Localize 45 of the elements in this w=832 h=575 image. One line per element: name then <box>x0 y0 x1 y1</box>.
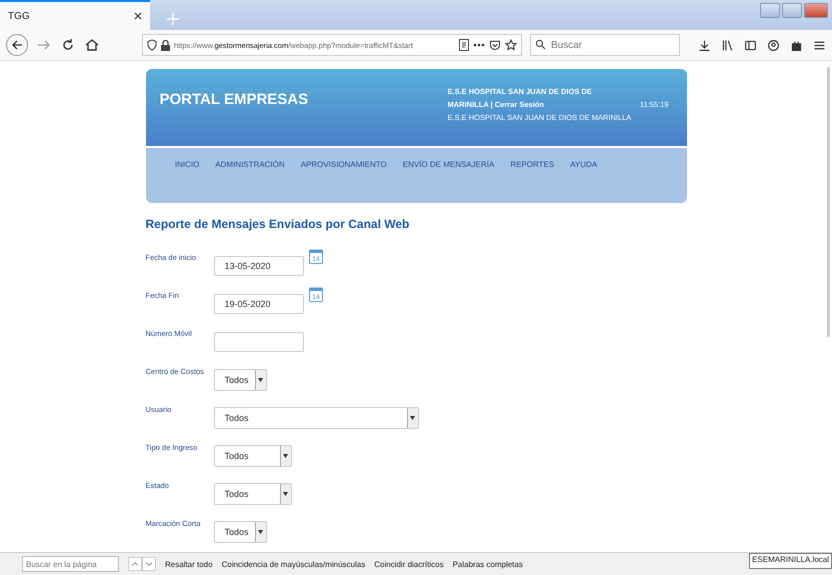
find-field[interactable]: Buscar en la página <box>22 556 119 572</box>
report-title: Reporte de Mensajes Enviados por Canal Web <box>146 217 410 231</box>
lock-icon <box>161 40 170 50</box>
date-field[interactable]: 19-05-2020 <box>214 294 304 314</box>
find-option[interactable]: Resaltar todo <box>165 560 213 568</box>
sidebar-icon[interactable] <box>744 38 757 52</box>
search-field[interactable]: Buscar <box>530 34 680 56</box>
scrollbar[interactable] <box>827 67 830 337</box>
dropdown-icon <box>410 416 415 420</box>
dropdown-icon <box>258 530 263 534</box>
portal-title: PORTAL EMPRESAS <box>160 91 308 109</box>
arrow-left-icon <box>11 39 23 51</box>
find-option[interactable]: Palabras completas <box>452 560 523 568</box>
select-field[interactable]: Todos <box>214 445 292 467</box>
search-icon[interactable] <box>535 39 546 50</box>
library-icon[interactable] <box>721 38 734 52</box>
download-icon[interactable] <box>698 38 711 52</box>
menu-item[interactable]: REPORTES <box>510 160 554 172</box>
close-icon[interactable] <box>134 12 142 20</box>
star-icon[interactable] <box>505 39 517 51</box>
back-button[interactable] <box>6 34 28 56</box>
menu-item[interactable]: INICIO <box>174 160 200 172</box>
select-field[interactable]: Todos <box>214 407 418 429</box>
dropdown-icon <box>283 492 288 496</box>
date-field[interactable]: 13-05-2020 <box>214 256 304 276</box>
menu-item[interactable]: ENVÍO DE MENSAJERÍA <box>402 160 494 172</box>
home-icon[interactable] <box>84 37 100 53</box>
find-option[interactable]: Coincidencia de mayúsculas/minúsculas <box>222 560 366 568</box>
pocket-icon[interactable] <box>489 39 501 51</box>
menu-icon[interactable] <box>813 38 826 52</box>
select-field[interactable]: Todos <box>214 521 266 543</box>
dropdown-icon <box>283 454 288 458</box>
select-field[interactable]: Todos <box>214 483 292 505</box>
more-icon[interactable] <box>473 43 485 47</box>
find-option[interactable]: Coincidir diacríticos <box>374 560 444 568</box>
menu-item[interactable]: AYUDA <box>570 160 598 172</box>
menu-item[interactable]: APROVISIONAMIENTO <box>300 160 387 172</box>
dropdown-icon <box>258 378 263 382</box>
select-field[interactable]: Todos <box>214 369 266 391</box>
browser-tab[interactable]: TGG <box>0 0 150 30</box>
reader-icon[interactable] <box>459 39 469 51</box>
shield-icon <box>147 39 157 51</box>
menu-item[interactable]: ADMINISTRACIÓN <box>215 160 285 172</box>
input-field[interactable] <box>214 332 304 352</box>
status-tooltip: ESEMARINILLA.local <box>749 553 832 569</box>
